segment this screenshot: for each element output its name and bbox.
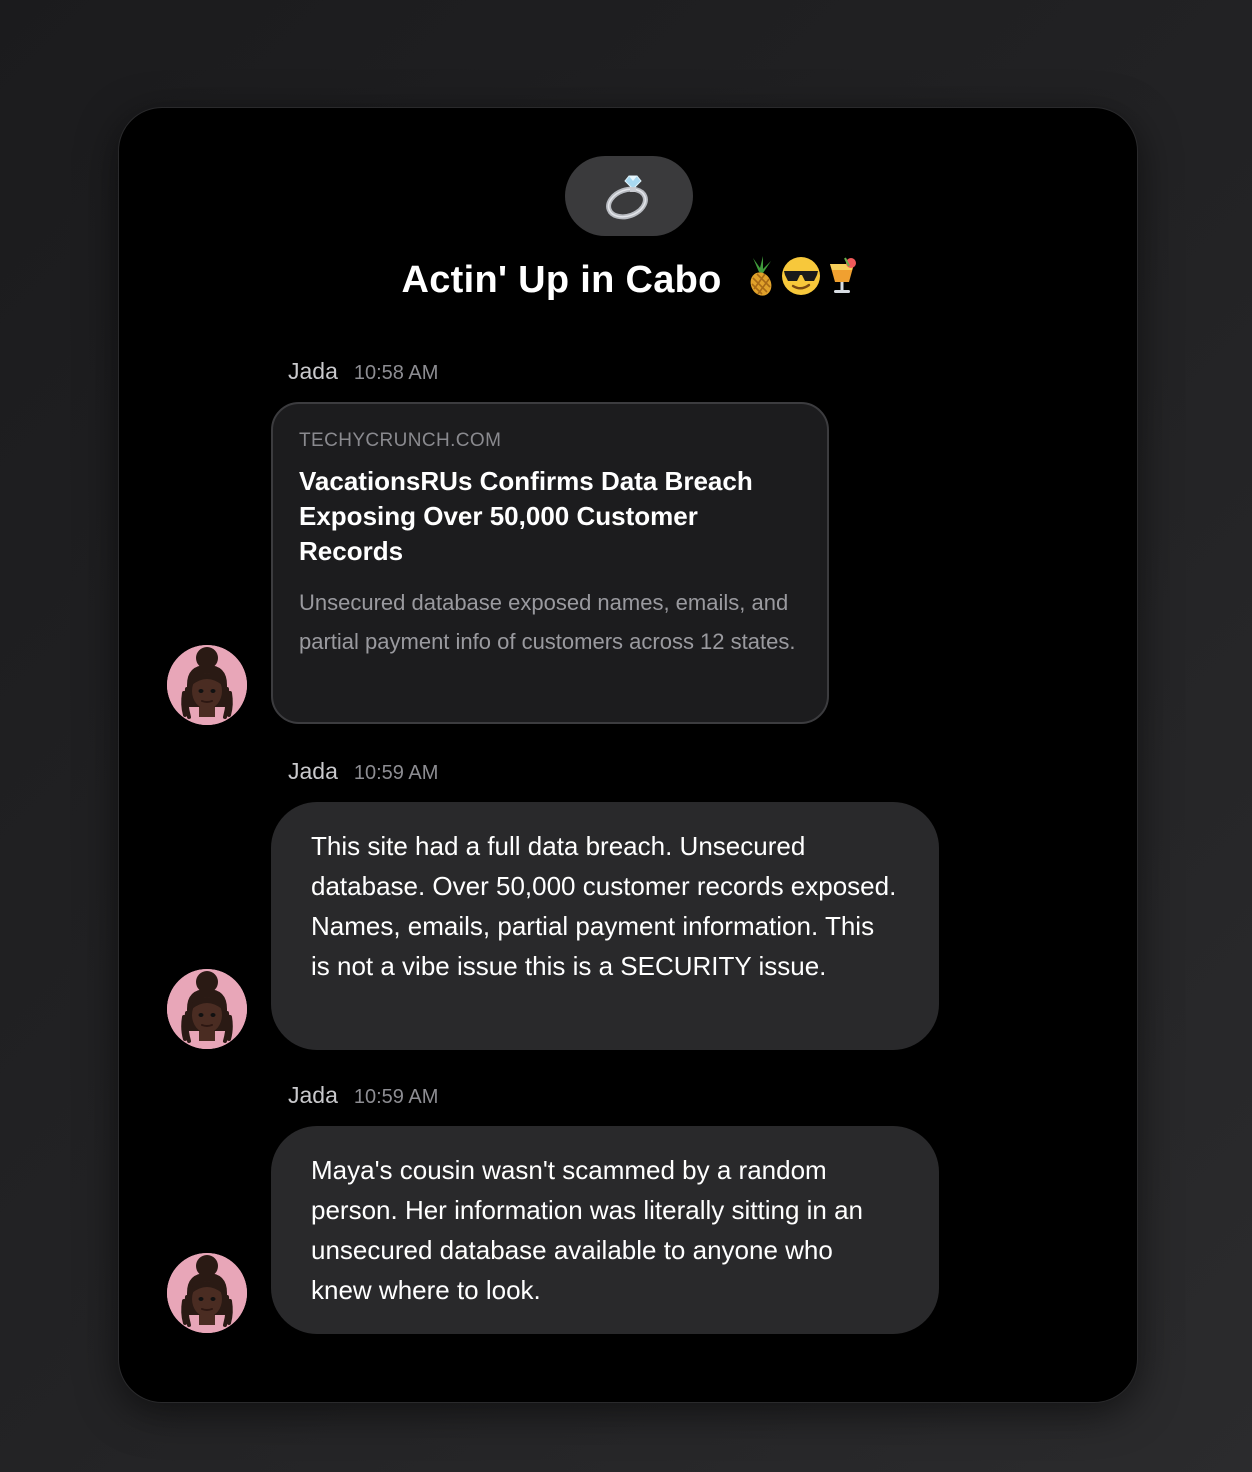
pineapple-icon — [750, 256, 771, 296]
ring-icon — [606, 175, 648, 220]
sunglasses-face-icon — [781, 257, 820, 295]
message-bubble[interactable]: Maya's cousin wasn't scammed by a random… — [271, 1126, 939, 1334]
chat-title-text: Actin' Up in Cabo — [401, 259, 722, 301]
message-bubble[interactable]: This site had a full data breach. Unsecu… — [271, 802, 939, 1050]
message-header: Jada 10:58 AM — [288, 358, 438, 388]
group-avatar[interactable] — [565, 156, 693, 236]
link-description: Unsecured database exposed names, emails… — [299, 590, 796, 654]
sender-name: Jada — [288, 1082, 338, 1108]
message-header: Jada 10:59 AM — [288, 758, 438, 788]
memoji-avatar-icon — [167, 1253, 247, 1333]
memoji-avatar-icon — [167, 645, 247, 725]
message-timestamp: 10:58 AM — [353, 362, 439, 384]
message-header: Jada 10:59 AM — [288, 1082, 438, 1112]
sender-avatar[interactable] — [167, 645, 247, 725]
tropical-drink-icon — [829, 257, 856, 293]
sender-avatar[interactable] — [167, 1253, 247, 1333]
sender-name: Jada — [288, 358, 338, 384]
message-timestamp: 10:59 AM — [353, 1086, 439, 1108]
link-title: VacationsRUs Confirms Data Breach Exposi… — [299, 466, 753, 566]
memoji-avatar-icon — [167, 969, 247, 1049]
message-text: This site had a full data breach. Unsecu… — [311, 831, 897, 981]
message-timestamp: 10:59 AM — [353, 762, 439, 784]
link-preview-card[interactable]: TECHYCRUNCH.COM VacationsRUs Confirms Da… — [271, 402, 829, 724]
chat-window: Actin' Up in Cabo Jada 10:58 AM TECHYCRU… — [118, 107, 1138, 1403]
chat-title[interactable]: Actin' Up in Cabo — [119, 256, 1139, 302]
title-emoji-row — [743, 256, 857, 296]
message-text: Maya's cousin wasn't scammed by a random… — [311, 1155, 864, 1305]
link-domain: TECHYCRUNCH.COM — [299, 430, 502, 451]
sender-avatar[interactable] — [167, 969, 247, 1049]
sender-name: Jada — [288, 758, 338, 784]
